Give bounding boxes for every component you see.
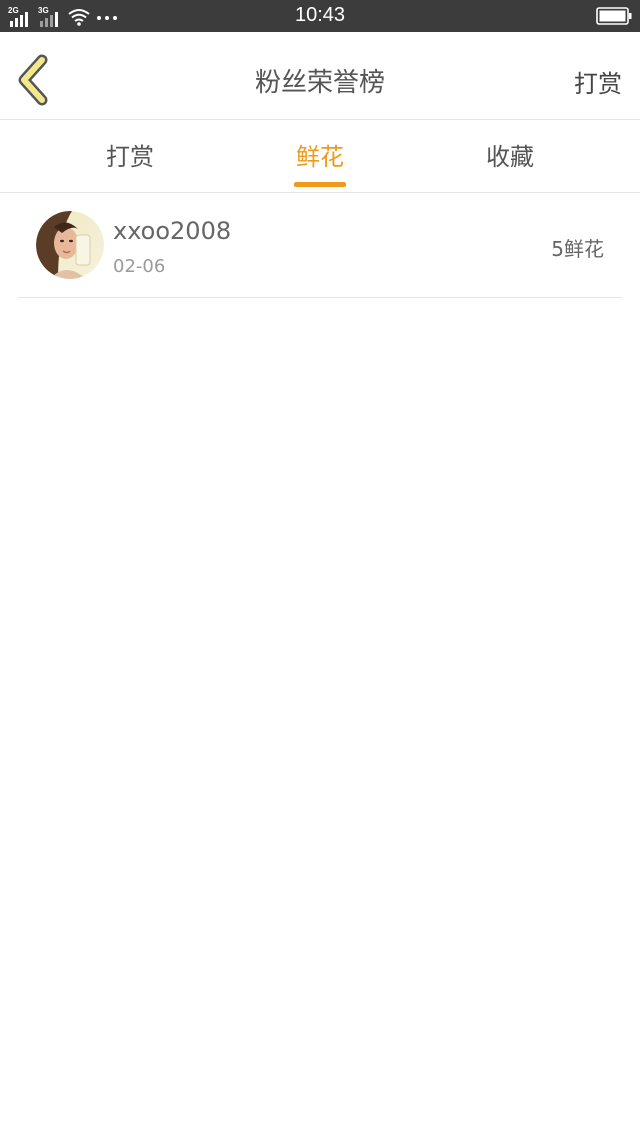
battery-icon: [596, 7, 632, 25]
nav-bar: 粉丝荣誉榜 打赏: [0, 32, 640, 120]
status-bar: 2G 3G 10:43: [0, 0, 640, 32]
reward-button[interactable]: 打赏: [574, 64, 622, 99]
avatar: [36, 211, 104, 279]
page-title: 粉丝荣誉榜: [254, 68, 385, 98]
list-item[interactable]: xxoo2008 02-06 5鲜花: [18, 193, 622, 298]
tab-favorites[interactable]: 收藏: [430, 121, 590, 193]
fan-list: xxoo2008 02-06 5鲜花: [18, 193, 622, 298]
date: 02-06: [113, 256, 166, 277]
flower-count: 5鲜花: [551, 237, 604, 261]
status-time: 10:43: [294, 4, 346, 26]
tab-bar: 打赏 鲜花 收藏: [0, 121, 640, 193]
active-tab-indicator: [294, 182, 346, 187]
tab-reward[interactable]: 打赏: [50, 121, 210, 193]
username: xxoo2008: [113, 217, 232, 245]
